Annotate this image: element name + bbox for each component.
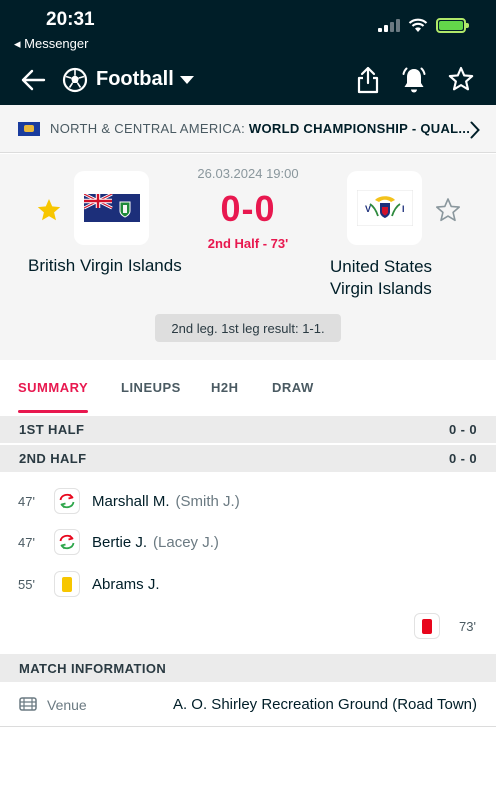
incident-minute: 47' (18, 493, 35, 509)
player-off: (Lacey J.) (153, 533, 219, 551)
away-team-name-line1: United States (330, 257, 433, 276)
half-score: 0 - 0 (448, 422, 477, 437)
back-to-app-link[interactable]: ◂ Messenger (14, 36, 88, 52)
status-indicators (378, 18, 469, 33)
incident-minute: 47' (18, 534, 35, 550)
wifi-icon (408, 18, 428, 32)
stadium-icon (19, 697, 37, 711)
league-title: NORTH & CENTRAL AMERICA: WORLD CHAMPIONS… (50, 121, 470, 136)
signal-icon (378, 19, 400, 32)
bell-icon[interactable] (401, 66, 427, 94)
match-header: 26.03.2024 19:00 0-0 2nd Half - 73' V I (0, 154, 496, 360)
active-tab-indicator (18, 410, 88, 413)
chevron-down-icon[interactable] (180, 76, 194, 84)
sport-title[interactable]: Football (96, 68, 174, 91)
half-label: 1ST HALF (19, 422, 85, 437)
red-card-icon (414, 613, 440, 639)
incident-player: Marshall M. (Smith J.) (92, 493, 240, 510)
substitution-icon (54, 529, 80, 555)
half-row-first: 1ST HALF 0 - 0 (0, 416, 496, 443)
tab-lineups[interactable]: LINEUPS (121, 380, 181, 395)
league-bar[interactable]: NORTH & CENTRAL AMERICA: WORLD CHAMPIONS… (0, 105, 496, 153)
football-icon[interactable] (62, 67, 88, 93)
star-icon[interactable] (448, 66, 474, 92)
player-name: Bertie J. (92, 533, 148, 551)
away-team-name[interactable]: United States Virgin Islands (330, 256, 432, 300)
tab-summary[interactable]: SUMMARY (18, 380, 88, 395)
chevron-right-icon[interactable] (470, 121, 480, 139)
league-region: NORTH & CENTRAL AMERICA: (50, 121, 249, 136)
match-tabs: SUMMARY LINEUPS H2H DRAW (0, 360, 496, 416)
incident-player: Bertie J. (Lacey J.) (92, 534, 219, 551)
match-status: 2nd Half - 73' (207, 236, 289, 251)
incident-row[interactable]: 47' Bertie J. (Lacey J.) (0, 524, 496, 560)
half-score: 0 - 0 (448, 451, 477, 466)
back-arrow-icon[interactable] (20, 68, 46, 92)
yellow-card-icon (54, 571, 80, 597)
region-flag-icon (18, 121, 40, 136)
league-competition: WORLD CHAMPIONSHIP - QUAL... (248, 121, 471, 136)
incident-minute: 73' (459, 618, 476, 634)
app-header: 20:31 ◂ Messenger Football (0, 0, 496, 105)
venue-label: Venue (47, 697, 87, 713)
away-team-logo[interactable]: V I (347, 171, 422, 245)
tab-h2h[interactable]: H2H (211, 380, 239, 395)
incident-row-away[interactable]: 73' (0, 608, 496, 644)
half-row-second: 2ND HALF 0 - 0 (0, 445, 496, 472)
incident-row[interactable]: 55' Abrams J. (0, 566, 496, 602)
incident-player: Abrams J. (92, 576, 160, 593)
svg-text:V: V (365, 204, 371, 214)
incident-row[interactable]: 47' Marshall M. (Smith J.) (0, 483, 496, 519)
battery-icon (436, 18, 469, 33)
favorite-away-star-icon[interactable] (435, 197, 461, 223)
player-name: Marshall M. (92, 492, 170, 510)
usvi-flag-icon: V I (356, 190, 413, 226)
player-off: (Smith J.) (175, 492, 240, 510)
venue-row: Venue A. O. Shirley Recreation Ground (R… (0, 683, 496, 727)
substitution-icon (54, 488, 80, 514)
away-team-name-line2: Virgin Islands (330, 279, 432, 298)
share-icon[interactable] (356, 66, 380, 94)
player-name: Abrams J. (92, 575, 160, 593)
svg-text:I: I (402, 204, 405, 214)
tab-draw[interactable]: DRAW (272, 380, 314, 395)
half-label: 2ND HALF (19, 451, 87, 466)
venue-value: A. O. Shirley Recreation Ground (Road To… (172, 696, 477, 713)
incident-minute: 55' (18, 576, 35, 592)
home-team-name[interactable]: British Virgin Islands (28, 256, 182, 276)
leg-result-note: 2nd leg. 1st leg result: 1-1. (155, 314, 341, 342)
match-information-heading: MATCH INFORMATION (0, 654, 496, 682)
status-time: 20:31 (46, 9, 95, 30)
